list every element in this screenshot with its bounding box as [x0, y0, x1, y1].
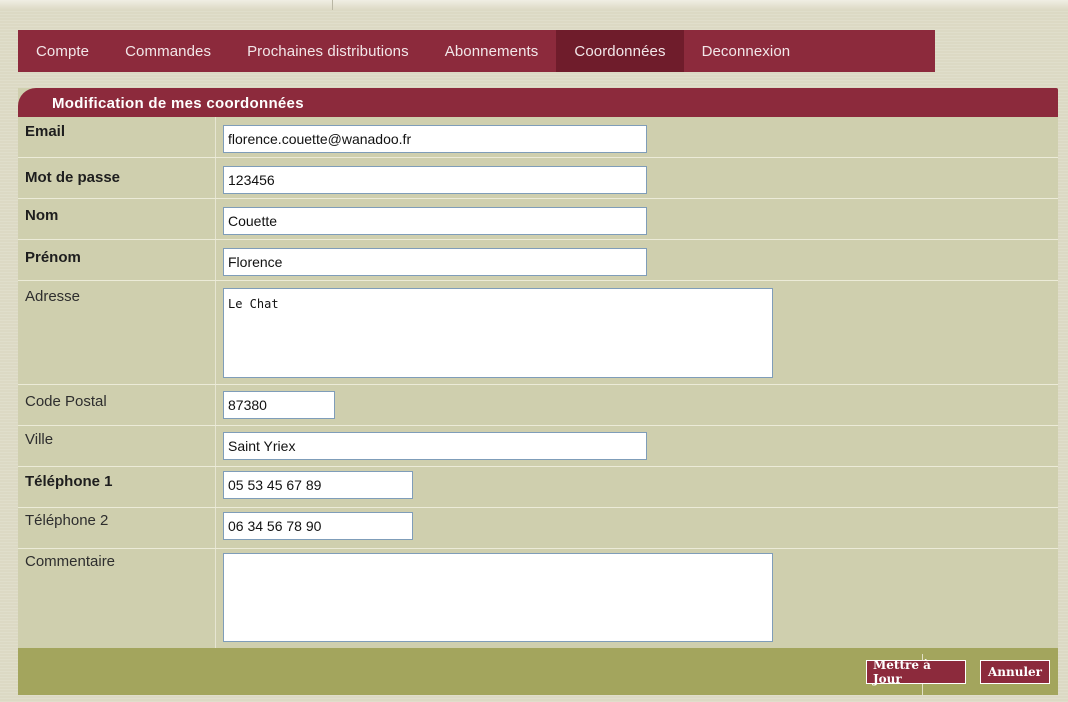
adresse-textarea[interactable]: Le Chat — [223, 288, 773, 378]
prenom-input[interactable]: Florence — [223, 248, 647, 276]
nav-compte[interactable]: Compte — [18, 30, 107, 72]
main-nav: Compte Commandes Prochaines distribution… — [18, 30, 935, 72]
update-button[interactable]: Mettre à Jour — [866, 658, 966, 686]
telephone1-input[interactable]: 05 53 45 67 89 — [223, 471, 413, 499]
password-input[interactable]: 123456 — [223, 166, 647, 194]
nav-prochaines-distributions[interactable]: Prochaines distributions — [229, 30, 427, 72]
ville-label: Ville — [25, 431, 54, 448]
coordonnees-form: Modification de mes coordonnées Email fl… — [18, 88, 1058, 695]
nav-abonnements[interactable]: Abonnements — [427, 30, 557, 72]
adresse-label: Adresse — [25, 288, 81, 305]
form-title: Modification de mes coordonnées — [52, 95, 304, 112]
nav-coordonnees[interactable]: Coordonnées — [556, 30, 684, 72]
code-postal-label: Code Postal — [25, 393, 107, 410]
nav-commandes[interactable]: Commandes — [107, 30, 229, 72]
row-ville: Ville Saint Yriex — [18, 426, 1058, 467]
form-header: Modification de mes coordonnées — [18, 88, 1058, 117]
email-label: Email — [25, 123, 66, 140]
cancel-button[interactable]: Annuler — [980, 660, 1050, 684]
row-telephone2: Téléphone 2 06 34 56 78 90 — [18, 508, 1058, 549]
row-nom: Nom Couette — [18, 199, 1058, 240]
row-commentaire: Commentaire — [18, 549, 1058, 648]
nav-deconnexion[interactable]: Deconnexion — [684, 30, 809, 72]
password-label: Mot de passe — [25, 169, 121, 186]
telephone2-input[interactable]: 06 34 56 78 90 — [223, 512, 413, 540]
nom-input[interactable]: Couette — [223, 207, 647, 235]
telephone2-label: Téléphone 2 — [25, 512, 109, 529]
telephone1-label: Téléphone 1 — [25, 473, 113, 490]
ville-input[interactable]: Saint Yriex — [223, 432, 647, 460]
code-postal-input[interactable]: 87380 — [223, 391, 335, 419]
row-adresse: Adresse Le Chat — [18, 281, 1058, 385]
row-code-postal: Code Postal 87380 — [18, 385, 1058, 426]
row-telephone1: Téléphone 1 05 53 45 67 89 — [18, 467, 1058, 508]
commentaire-textarea[interactable] — [223, 553, 773, 642]
row-prenom: Prénom Florence — [18, 240, 1058, 281]
commentaire-label: Commentaire — [25, 553, 116, 570]
prenom-label: Prénom — [25, 249, 81, 266]
browser-top-edge — [0, 0, 1068, 10]
email-input[interactable]: florence.couette@wanadoo.fr — [223, 125, 647, 153]
row-email: Email florence.couette@wanadoo.fr — [18, 117, 1058, 158]
row-password: Mot de passe 123456 — [18, 158, 1058, 199]
nom-label: Nom — [25, 207, 59, 224]
